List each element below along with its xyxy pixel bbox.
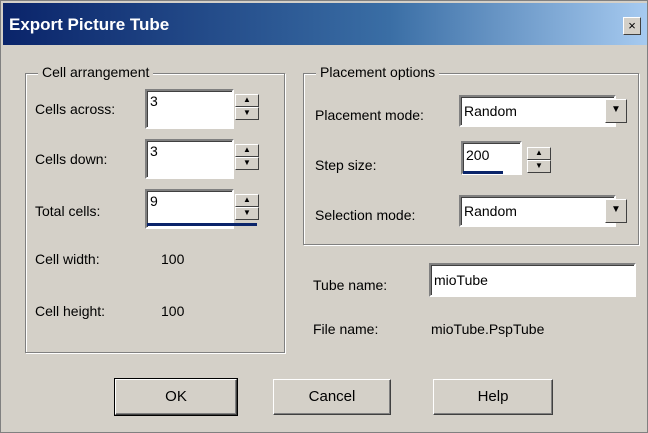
chevron-down-icon[interactable]: ▼ — [605, 199, 627, 223]
selection-mode-dropdown[interactable]: Random — [459, 195, 616, 227]
spin-down-icon[interactable]: ▼ — [527, 160, 551, 173]
step-size-focus-underline — [463, 171, 503, 174]
cell-height-value: 100 — [161, 303, 185, 319]
cells-across-label: Cells across: — [35, 101, 116, 117]
total-cells-spinner[interactable]: ▲ ▼ — [235, 194, 259, 220]
spin-up-icon[interactable]: ▲ — [235, 194, 259, 207]
step-size-label: Step size: — [315, 157, 377, 173]
tube-name-label: Tube name: — [313, 277, 388, 293]
step-size-spinner[interactable]: ▲ ▼ — [527, 147, 551, 173]
chevron-down-icon[interactable]: ▼ — [605, 99, 627, 123]
file-name-label: File name: — [313, 321, 379, 337]
spin-up-icon[interactable]: ▲ — [235, 144, 259, 157]
spin-up-icon[interactable]: ▲ — [235, 94, 259, 107]
export-picture-tube-dialog: Export Picture Tube × Cell arrangement C… — [0, 0, 648, 433]
tube-name-input[interactable]: mioTube — [429, 263, 636, 297]
cells-down-spinner[interactable]: ▲ ▼ — [235, 144, 259, 170]
title-bar: Export Picture Tube × — [3, 3, 647, 45]
spin-up-icon[interactable]: ▲ — [527, 147, 551, 160]
cell-height-label: Cell height: — [35, 303, 106, 319]
cell-width-label: Cell width: — [35, 251, 100, 267]
placement-options-group-label: Placement options — [316, 64, 440, 80]
cancel-button[interactable]: Cancel — [273, 379, 391, 415]
total-cells-label: Total cells: — [35, 203, 101, 219]
ok-button[interactable]: OK — [114, 378, 238, 416]
placement-mode-label: Placement mode: — [315, 107, 424, 123]
selection-mode-label: Selection mode: — [315, 207, 416, 223]
cells-across-input[interactable]: 3 — [145, 89, 234, 129]
placement-mode-dropdown[interactable]: Random — [459, 95, 616, 127]
cell-width-value: 100 — [161, 251, 185, 267]
cells-down-label: Cells down: — [35, 151, 108, 167]
step-size-input[interactable]: 200 — [461, 141, 522, 175]
spin-down-icon[interactable]: ▼ — [235, 207, 259, 220]
close-button[interactable]: × — [623, 17, 641, 35]
total-cells-focus-underline — [147, 223, 257, 226]
spin-down-icon[interactable]: ▼ — [235, 157, 259, 170]
cell-arrangement-group-label: Cell arrangement — [38, 64, 154, 80]
help-button[interactable]: Help — [433, 379, 553, 415]
dialog-title: Export Picture Tube — [9, 15, 170, 34]
file-name-value: mioTube.PspTube — [431, 321, 545, 337]
spin-down-icon[interactable]: ▼ — [235, 107, 259, 120]
cells-down-input[interactable]: 3 — [145, 139, 234, 179]
cells-across-spinner[interactable]: ▲ ▼ — [235, 94, 259, 120]
